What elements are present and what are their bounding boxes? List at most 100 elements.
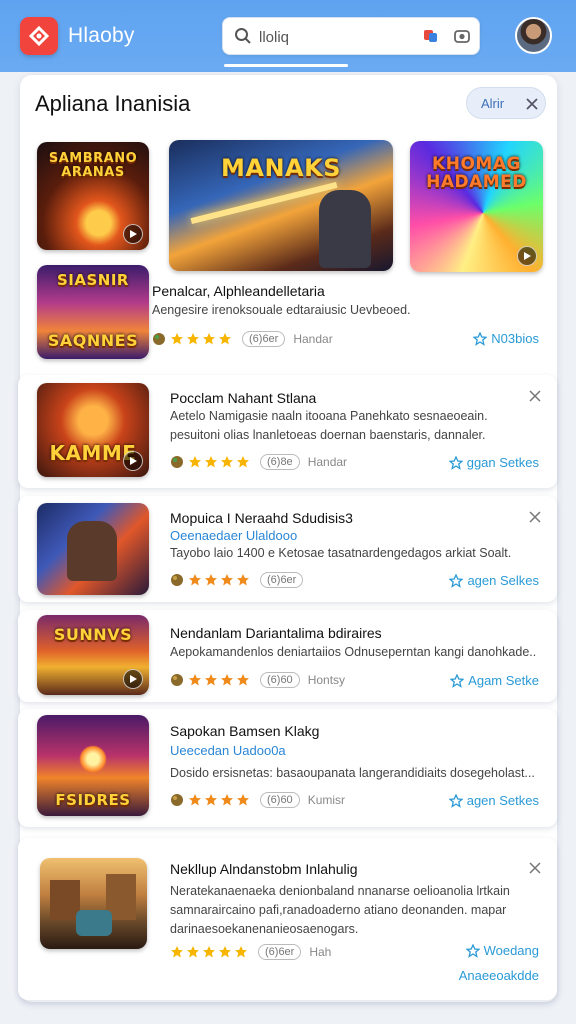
character-figure	[67, 521, 117, 581]
star-icon	[237, 456, 249, 468]
voice-search-icon[interactable]	[421, 27, 439, 45]
game-thumbnail[interactable]: KAMME	[37, 383, 149, 477]
card-action-link[interactable]: Woedang	[465, 943, 539, 958]
search-bar[interactable]	[222, 17, 480, 55]
star-outline-icon	[448, 793, 463, 808]
game-thumbnail[interactable]	[40, 858, 147, 949]
app-card[interactable]: Nekllup Alndanstobm Inlahulig Neratekana…	[18, 838, 557, 1000]
app-subtitle[interactable]: Oeenaedaer Ulaldooo	[170, 528, 297, 543]
thumbnail-caption: SAQNNES	[47, 331, 139, 350]
app-card[interactable]: FSIDRES Sapokan Bamsen Klakg Ueecedan Ua…	[18, 709, 557, 827]
star-icon	[219, 333, 231, 345]
star-icon	[221, 674, 233, 686]
app-description: darinaesoekanenanieosaenogars.	[170, 922, 359, 936]
card-action-label: Woedang	[483, 943, 539, 958]
app-description: Aepokamandenlos deniartaiios Odnusepernt…	[170, 645, 537, 659]
top-bar: Hlaoby	[0, 0, 576, 72]
app-description: pesuitoni olias lnanletoeas doernan baen…	[170, 428, 486, 442]
user-avatar[interactable]	[515, 17, 552, 54]
star-icon	[189, 456, 201, 468]
star-outline-icon	[448, 455, 463, 470]
game-thumbnail[interactable]: MANAKS	[169, 140, 393, 271]
app-card[interactable]: Mopuica I Neraahd Sdudisis3 Oeenaedaer U…	[18, 496, 557, 602]
rating-count-badge: (6)60	[260, 672, 300, 688]
app-title[interactable]: Sapokan Bamsen Klakg	[170, 723, 319, 739]
featured-action-label: N03bios	[491, 331, 539, 346]
star-icon	[221, 794, 233, 806]
app-description: samnaraircaino pafi,ranadoaderno atiano …	[170, 903, 507, 917]
developer-label: Kumisr	[307, 793, 346, 807]
rating-count-badge: (6)6er	[258, 944, 302, 960]
close-icon[interactable]	[529, 511, 541, 523]
card-action-link[interactable]: agen Selkes	[449, 573, 539, 588]
app-logo[interactable]	[20, 17, 58, 55]
star-icon	[171, 333, 183, 345]
card-secondary-action-link[interactable]: Anaeeoakdde	[459, 968, 539, 983]
star-outline-icon	[450, 673, 465, 688]
star-icon	[221, 574, 233, 586]
close-icon[interactable]	[529, 862, 541, 874]
star-icon	[237, 674, 249, 686]
vehicle-shape	[76, 910, 112, 936]
game-thumbnail[interactable]: KHOMAG HADAMED	[410, 141, 543, 272]
star-icon	[187, 946, 199, 958]
game-thumbnail[interactable]: SAMBRANO ARANAS	[37, 142, 149, 250]
close-icon[interactable]	[529, 390, 541, 402]
star-icon	[171, 946, 183, 958]
featured-rating: (6)6er Handar	[152, 330, 333, 348]
play-badge-icon	[123, 451, 143, 471]
app-description: Neratekanaenaeka denionbaland nnanarse o…	[170, 884, 510, 898]
app-description: Tayobo laio 1400 e Ketosae tasatnardenge…	[170, 546, 512, 560]
laser-beam	[190, 181, 338, 225]
card-action-link[interactable]: agen Setkes	[448, 793, 539, 808]
filter-chip[interactable]: Alrir	[466, 87, 546, 119]
app-title[interactable]: Nekllup Alndanstobm Inlahulig	[170, 861, 358, 877]
star-icon	[235, 946, 247, 958]
app-card[interactable]: SUNNVS Nendanlam Dariantalima bdiraires …	[18, 610, 557, 702]
featured-action-link[interactable]: N03bios	[473, 331, 539, 346]
card-action-link[interactable]: Agam Setke	[450, 673, 539, 688]
card-action-label: agen Setkes	[466, 793, 539, 808]
thumbnail-caption: KHOMAG HADAMED	[426, 154, 527, 192]
app-title[interactable]: Mopuica I Neraahd Sdudisis3	[170, 510, 353, 526]
app-title[interactable]: Nendanlam Dariantalima bdiraires	[170, 625, 382, 641]
app-title: Hlaoby	[68, 24, 135, 47]
game-thumbnail[interactable]: SIASNIR SAQNNES	[37, 265, 149, 359]
star-icon	[203, 946, 215, 958]
star-icon	[219, 946, 231, 958]
thumbnail-caption: FSIDRES	[55, 791, 131, 809]
star-icon	[237, 574, 249, 586]
featured-title[interactable]: Penalcar, Alphleandelletaria	[152, 283, 325, 299]
thumbnail-caption: SUNNVS	[53, 625, 133, 644]
star-icon	[205, 674, 217, 686]
camera-search-icon[interactable]	[453, 27, 471, 45]
logo-icon	[28, 25, 50, 47]
panel-title: Apliana Inanisia	[35, 91, 191, 116]
star-icon	[203, 333, 215, 345]
app-rating: (6)60 Hontsy	[170, 671, 345, 689]
card-action-link[interactable]: ggan Setkes	[448, 455, 539, 470]
star-icon	[189, 674, 201, 686]
developer-label: Hontsy	[307, 673, 346, 687]
rating-count-badge: (6)60	[260, 792, 300, 808]
app-title[interactable]: Pocclam Nahant Stlana	[170, 390, 316, 406]
search-input[interactable]	[259, 26, 429, 48]
search-icon[interactable]	[234, 27, 252, 45]
game-thumbnail[interactable]: SUNNVS	[37, 615, 149, 695]
category-icon	[171, 794, 183, 806]
star-icon	[205, 794, 217, 806]
app-card[interactable]: KAMME Pocclam Nahant Stlana Aetelo Namig…	[18, 375, 557, 488]
game-thumbnail[interactable]: FSIDRES	[37, 715, 149, 816]
app-rating: (6)6er Hah	[170, 943, 331, 961]
star-icon	[221, 456, 233, 468]
featured-description: Aengesire irenoksouale edtaraiusic Uevbe…	[152, 303, 411, 317]
game-thumbnail[interactable]	[37, 503, 149, 595]
star-icon	[205, 574, 217, 586]
category-icon	[171, 674, 183, 686]
star-icon	[237, 794, 249, 806]
star-outline-icon	[473, 331, 488, 346]
close-icon[interactable]	[525, 97, 539, 111]
star-icon	[205, 456, 217, 468]
app-description: Dosido ersisnetas: basaoupanata langeran…	[170, 766, 535, 780]
app-subtitle[interactable]: Ueecedan Uadoo0a	[170, 743, 286, 758]
